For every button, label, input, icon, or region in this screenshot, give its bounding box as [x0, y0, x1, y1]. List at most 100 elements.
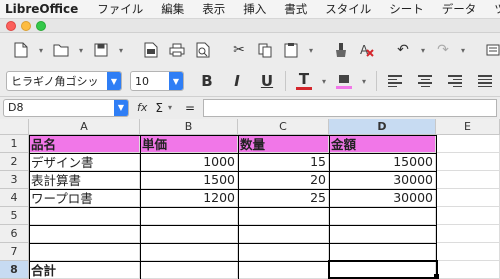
save-dropdown-chevron-icon[interactable]: ▾ [115, 39, 127, 61]
menu-view[interactable]: 表示 [193, 1, 234, 17]
row-header-7[interactable]: 7 [0, 243, 29, 261]
cell-e3[interactable] [436, 171, 500, 189]
cell-d1[interactable]: 金額 [329, 135, 436, 153]
close-window-button[interactable] [6, 21, 16, 31]
column-header-d[interactable]: D [329, 119, 436, 135]
export-pdf-icon[interactable] [140, 39, 162, 61]
undo-icon[interactable]: ↶ [392, 39, 414, 61]
clear-formatting-icon[interactable]: A [356, 39, 378, 61]
new-document-icon[interactable] [10, 39, 32, 61]
menu-tools[interactable]: ツール [485, 1, 500, 17]
cell-d5[interactable] [329, 207, 436, 225]
menu-data[interactable]: データ [433, 1, 486, 17]
paste-icon[interactable] [280, 39, 302, 61]
menu-insert[interactable]: 挿入 [234, 1, 275, 17]
save-icon[interactable] [90, 39, 112, 61]
cell-a5[interactable] [29, 207, 140, 225]
app-menu[interactable]: LibreOffice [0, 2, 88, 16]
redo-dropdown-chevron-icon[interactable]: ▾ [457, 39, 469, 61]
cell-e6[interactable] [436, 225, 500, 243]
redo-icon[interactable]: ↷ [432, 39, 454, 61]
underline-button[interactable]: U [256, 70, 278, 92]
italic-button[interactable]: I [226, 70, 248, 92]
cell-d8[interactable] [329, 261, 436, 279]
find-replace-icon[interactable] [482, 39, 500, 61]
zoom-window-button[interactable] [36, 21, 46, 31]
cell-e4[interactable] [436, 189, 500, 207]
align-left-icon[interactable] [384, 70, 406, 92]
cell-c1[interactable]: 数量 [238, 135, 329, 153]
cell-c8[interactable] [238, 261, 329, 279]
font-color-button[interactable]: T [293, 70, 315, 92]
name-box-chevron-icon[interactable]: ▼ [114, 99, 128, 116]
cell-a4[interactable]: ワープロ書 [29, 189, 140, 207]
column-header-b[interactable]: B [140, 119, 238, 135]
cell-c6[interactable] [238, 225, 329, 243]
menu-file[interactable]: ファイル [88, 1, 152, 17]
cell-b4[interactable]: 1200 [140, 189, 238, 207]
row-header-4[interactable]: 4 [0, 189, 29, 207]
function-wizard-button[interactable]: fx [137, 101, 147, 114]
cell-c4[interactable]: 25 [238, 189, 329, 207]
cell-d6[interactable] [329, 225, 436, 243]
cell-b3[interactable]: 1500 [140, 171, 238, 189]
row-header-8[interactable]: 8 [0, 261, 29, 279]
name-box[interactable]: D8 ▼ [3, 98, 129, 117]
row-header-5[interactable]: 5 [0, 207, 29, 225]
cell-e5[interactable] [436, 207, 500, 225]
cell-e1[interactable] [436, 135, 500, 153]
cell-d2[interactable]: 15000 [329, 153, 436, 171]
cell-e8[interactable] [436, 261, 500, 279]
align-right-icon[interactable] [444, 70, 466, 92]
row-header-3[interactable]: 3 [0, 171, 29, 189]
cell-b7[interactable] [140, 243, 238, 261]
open-dropdown-chevron-icon[interactable]: ▾ [75, 39, 87, 61]
font-size-combo[interactable]: 10 ▼ [130, 71, 184, 91]
cut-icon[interactable]: ✂ [228, 39, 250, 61]
cell-c5[interactable] [238, 207, 329, 225]
cell-d4[interactable]: 30000 [329, 189, 436, 207]
row-header-1[interactable]: 1 [0, 135, 29, 153]
cell-c3[interactable]: 20 [238, 171, 329, 189]
cell-c2[interactable]: 15 [238, 153, 329, 171]
font-size-chevron-icon[interactable]: ▼ [169, 72, 183, 90]
font-color-chevron-icon[interactable]: ▾ [318, 70, 330, 92]
cell-b8[interactable] [140, 261, 238, 279]
highlight-color-button[interactable] [333, 70, 355, 92]
cell-e7[interactable] [436, 243, 500, 261]
cell-a1[interactable]: 品名 [29, 135, 140, 153]
cell-a8[interactable]: 合計 [29, 261, 140, 279]
align-justify-icon[interactable] [474, 70, 496, 92]
row-header-2[interactable]: 2 [0, 153, 29, 171]
undo-dropdown-chevron-icon[interactable]: ▾ [417, 39, 429, 61]
menu-styles[interactable]: スタイル [316, 1, 380, 17]
menu-format[interactable]: 書式 [275, 1, 316, 17]
sum-button[interactable]: Σ [155, 101, 163, 115]
column-header-c[interactable]: C [238, 119, 329, 135]
row-header-6[interactable]: 6 [0, 225, 29, 243]
font-name-chevron-icon[interactable]: ▼ [107, 72, 121, 90]
cell-b1[interactable]: 単価 [140, 135, 238, 153]
cell-b5[interactable] [140, 207, 238, 225]
formula-input[interactable] [203, 98, 497, 117]
cell-e2[interactable] [436, 153, 500, 171]
cell-d7[interactable] [329, 243, 436, 261]
sum-chevron-icon[interactable]: ▾ [164, 97, 176, 119]
cell-b2[interactable]: 1000 [140, 153, 238, 171]
cell-a7[interactable] [29, 243, 140, 261]
cell-c7[interactable] [238, 243, 329, 261]
column-header-e[interactable]: E [436, 119, 500, 135]
open-folder-icon[interactable] [50, 39, 72, 61]
select-all-corner[interactable] [0, 119, 29, 135]
font-name-combo[interactable]: ヒラギノ角ゴシッ ▼ [6, 71, 122, 91]
column-header-a[interactable]: A [29, 119, 140, 135]
cell-a3[interactable]: 表計算書 [29, 171, 140, 189]
bold-button[interactable]: B [196, 70, 218, 92]
align-center-icon[interactable] [414, 70, 436, 92]
formula-equals-button[interactable]: = [185, 101, 195, 115]
menu-sheet[interactable]: シート [380, 1, 433, 17]
menu-edit[interactable]: 編集 [152, 1, 193, 17]
cell-b6[interactable] [140, 225, 238, 243]
paste-dropdown-chevron-icon[interactable]: ▾ [305, 39, 317, 61]
print-icon[interactable] [166, 39, 188, 61]
